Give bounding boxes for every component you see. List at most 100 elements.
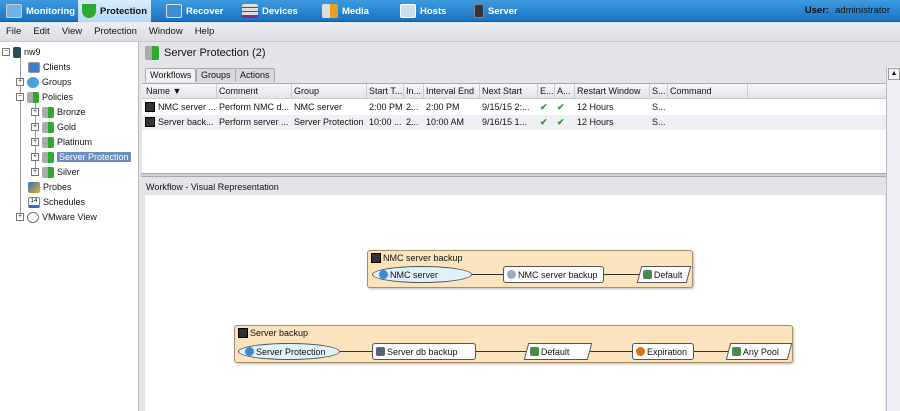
table-cell: ✔ [557, 102, 565, 112]
expand-icon[interactable]: + [16, 78, 24, 86]
menu-edit[interactable]: Edit [27, 26, 55, 37]
menu-window[interactable]: Window [143, 26, 189, 37]
group-icon [379, 270, 388, 279]
tree-node-schedules[interactable]: 14 Schedules [28, 195, 85, 209]
workflow-icon [145, 102, 155, 112]
workflow-node-action[interactable]: Server db backup [372, 343, 476, 360]
menu-view[interactable]: View [56, 26, 88, 37]
scroll-up-arrow[interactable]: ▲ [888, 68, 900, 80]
policy-icon [27, 91, 39, 103]
table-cell: Perform server ... [219, 117, 289, 127]
collapse-icon[interactable]: − [2, 48, 10, 56]
tree-node-bronze[interactable]: + Bronze [31, 105, 86, 119]
workflow-node-pool[interactable]: Any Pool [725, 343, 793, 360]
server-icon [13, 46, 21, 58]
expand-icon[interactable]: + [31, 153, 39, 161]
tree-node-clients[interactable]: Clients [28, 60, 71, 74]
server-db-icon [376, 347, 385, 356]
tree-node-server-protection[interactable]: + Server Protection [31, 150, 131, 164]
table-row[interactable]: NMC server ... Perform NMC d... NMC server… [142, 100, 886, 115]
tree-node-vmware-view[interactable]: + VMware View [16, 210, 97, 224]
workflows-table: Name ▼ Comment Group Start T... In... Interva… [142, 83, 886, 173]
workflow-icon [145, 117, 155, 127]
media-icon [322, 4, 338, 18]
column-header[interactable]: In... [404, 84, 424, 99]
calendar-icon: 14 [28, 196, 40, 208]
group-icon [245, 347, 254, 356]
tree-node-groups[interactable]: + Groups [16, 75, 72, 89]
column-header[interactable]: Name ▼ [144, 84, 217, 99]
expand-icon[interactable]: + [31, 138, 39, 146]
table-cell: S... [652, 117, 666, 127]
table-cell: 2:00 PM [369, 102, 403, 112]
expand-icon[interactable]: + [31, 108, 39, 116]
column-header[interactable]: S... [650, 84, 668, 99]
table-header: Name ▼ Comment Group Start T... In... Interva… [142, 84, 886, 99]
column-header[interactable]: Command [668, 84, 748, 99]
menu-protection[interactable]: Protection [88, 26, 143, 37]
vertical-scrollbar[interactable]: ▲ [886, 67, 900, 411]
devices-icon [242, 4, 258, 18]
table-cell [668, 100, 748, 115]
nav-protection[interactable]: Protection [78, 0, 151, 22]
column-header[interactable]: Group [292, 84, 367, 99]
collapse-icon[interactable]: − [16, 93, 24, 101]
tree-node-policies[interactable]: − Policies [16, 90, 73, 104]
column-header[interactable]: E... [538, 84, 555, 99]
expand-icon[interactable]: + [31, 168, 39, 176]
policy-icon [42, 151, 54, 163]
table-cell: 10:00 AM [426, 117, 465, 127]
user-info: User: administrator [804, 5, 890, 16]
tree-node-probes[interactable]: Probes [28, 180, 72, 194]
nav-recover[interactable]: Recover [162, 0, 228, 22]
table-cell: 2... [406, 117, 419, 127]
column-header[interactable]: Comment [217, 84, 292, 99]
workflow-canvas [145, 195, 885, 411]
menu-file[interactable]: File [0, 26, 27, 37]
workflow-node-group[interactable]: NMC server [372, 266, 472, 283]
pool-icon [732, 347, 741, 356]
table-cell: 10:00 ... [369, 117, 402, 127]
workflow-node-pool[interactable]: Default [523, 343, 593, 360]
pool-icon [643, 270, 652, 279]
split-pane-divider[interactable] [141, 173, 886, 177]
table-row[interactable]: Server back... Perform server ... Server P… [142, 115, 886, 130]
tree-node-silver[interactable]: + Silver [31, 165, 80, 179]
column-header[interactable]: Restart Window [575, 84, 650, 99]
nav-hosts[interactable]: Hosts [396, 0, 450, 22]
backup-icon [507, 270, 516, 279]
menu-help[interactable]: Help [189, 26, 221, 37]
nav-server[interactable]: Server [470, 0, 522, 22]
table-cell: NMC server ... [158, 102, 217, 112]
policy-icon [42, 121, 54, 133]
workflow-icon [371, 253, 381, 263]
pool-icon [530, 347, 539, 356]
tree-node-nw9[interactable]: − nw9 [2, 45, 41, 59]
nav-monitoring[interactable]: Monitoring [2, 0, 79, 22]
vmware-icon [27, 211, 39, 223]
tab-actions[interactable]: Actions [235, 68, 275, 82]
table-cell: Server Protection [294, 117, 364, 127]
table-cell: 9/15/15 2:... [482, 102, 530, 112]
column-header[interactable]: A... [555, 84, 575, 99]
expiration-icon [636, 347, 645, 356]
workflow-node-group[interactable]: Server Protection [238, 343, 340, 360]
tree-node-platinum[interactable]: + Platinum [31, 135, 92, 149]
workflow-node-action[interactable]: NMC server backup [503, 266, 604, 283]
expand-icon[interactable]: + [16, 213, 24, 221]
nav-devices[interactable]: Devices [238, 0, 302, 22]
expand-icon[interactable]: + [31, 123, 39, 131]
hosts-icon [400, 4, 416, 18]
workflow-node-pool[interactable]: Default [636, 266, 692, 283]
tab-groups[interactable]: Groups [196, 68, 236, 82]
column-header[interactable]: Interval End [424, 84, 480, 99]
server-icon [474, 4, 484, 18]
policy-icon [42, 136, 54, 148]
menu-bar: File Edit View Protection Window Help [0, 22, 900, 42]
tree-node-gold[interactable]: + Gold [31, 120, 76, 134]
nav-media[interactable]: Media [318, 0, 373, 22]
workflow-node-action[interactable]: Expiration [632, 343, 694, 360]
column-header[interactable]: Start T... [367, 84, 404, 99]
tab-workflows[interactable]: Workflows [145, 68, 197, 82]
column-header[interactable]: Next Start [480, 84, 538, 99]
